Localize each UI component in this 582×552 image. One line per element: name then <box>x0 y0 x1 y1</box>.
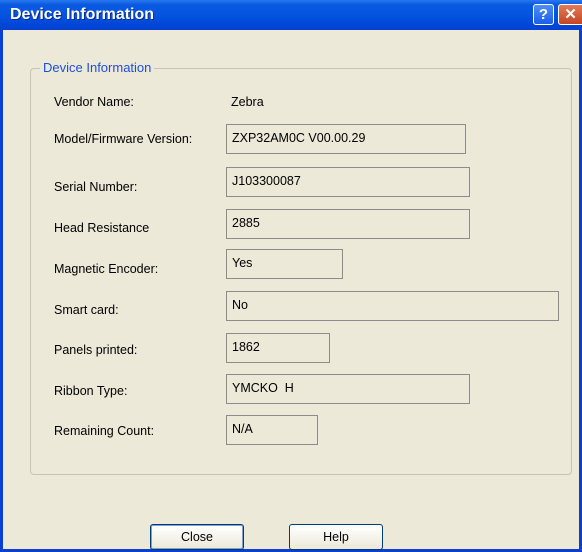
smart-card-label: Smart card: <box>54 303 119 317</box>
smart-card-field[interactable]: No <box>226 291 559 321</box>
remaining-count-label: Remaining Count: <box>54 424 155 438</box>
panels-printed-label: Panels printed: <box>54 343 138 357</box>
help-icon[interactable]: ? <box>533 4 554 25</box>
close-icon[interactable]: ✕ <box>558 4 582 25</box>
device-information-dialog: Device Information ? ✕ Device Informatio… <box>0 0 582 552</box>
magnetic-encoder-label: Magnetic Encoder: <box>54 262 159 276</box>
window-title: Device Information <box>10 6 155 23</box>
group-title: Device Information <box>40 60 155 75</box>
help-button[interactable]: Help <box>289 524 383 550</box>
serial-number-field[interactable]: J103300087 <box>226 167 470 197</box>
vendor-name-value: Zebra <box>231 95 264 109</box>
ribbon-type-field[interactable]: YMCKO H <box>226 374 470 404</box>
model-firmware-label: Model/Firmware Version: <box>54 132 193 146</box>
ribbon-type-label: Ribbon Type: <box>54 384 128 398</box>
magnetic-encoder-field[interactable]: Yes <box>226 249 343 279</box>
close-button[interactable]: Close <box>150 524 244 550</box>
panels-printed-field[interactable]: 1862 <box>226 333 330 363</box>
head-resistance-field[interactable]: 2885 <box>226 209 470 239</box>
title-bar[interactable]: Device Information ? ✕ <box>0 0 582 30</box>
vendor-name-label: Vendor Name: <box>54 95 134 109</box>
head-resistance-label: Head Resistance <box>54 221 150 235</box>
model-firmware-field[interactable]: ZXP32AM0C V00.00.29 <box>226 124 466 154</box>
serial-number-label: Serial Number: <box>54 180 138 194</box>
remaining-count-field[interactable]: N/A <box>226 415 318 445</box>
